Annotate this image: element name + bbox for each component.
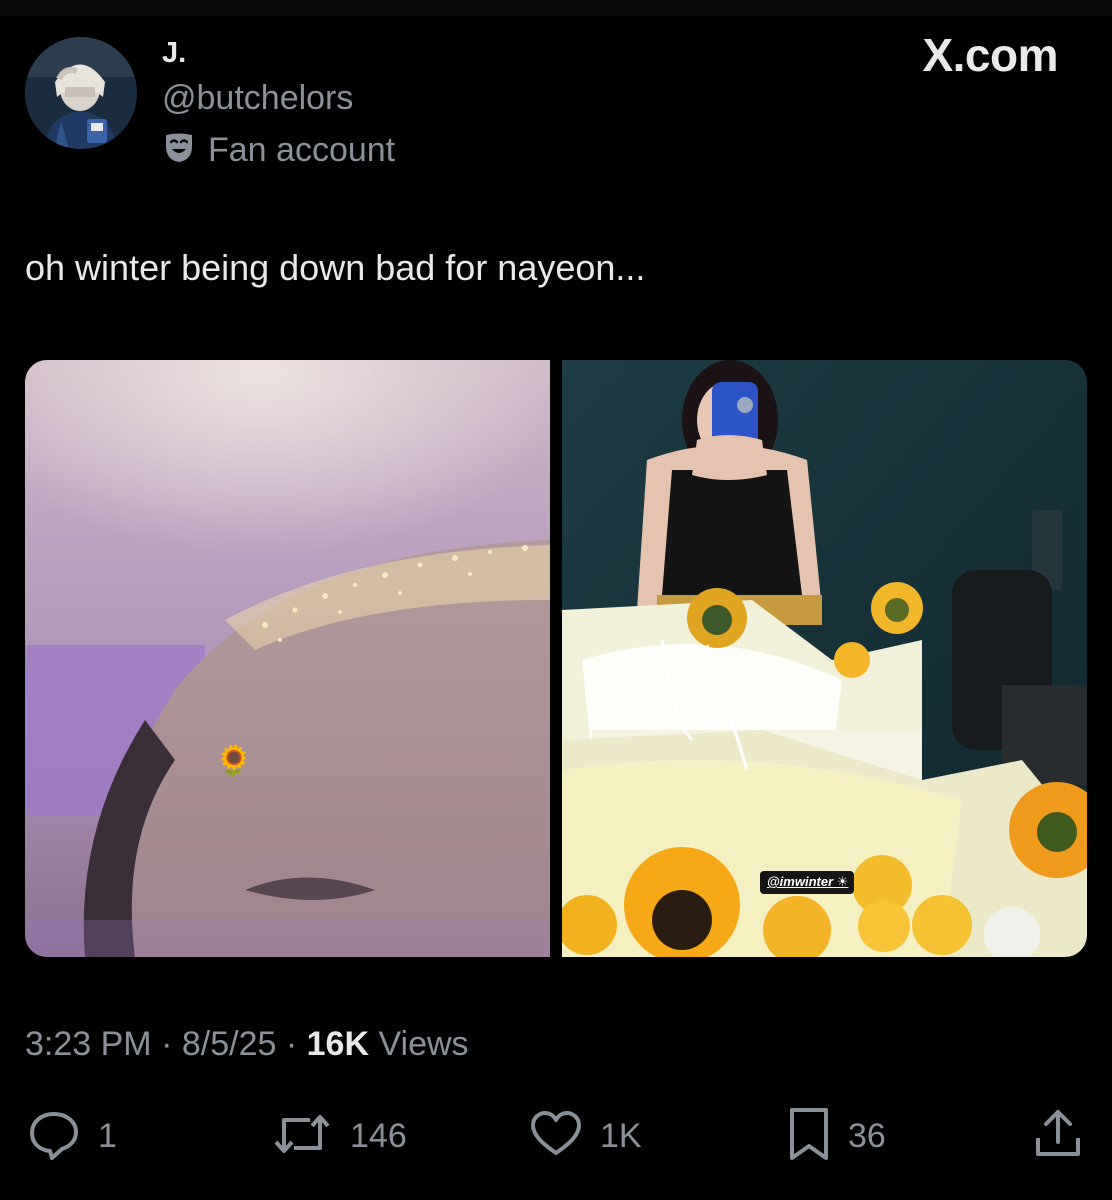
meta-separator: ·: [285, 1025, 298, 1063]
share-icon: [1030, 1106, 1086, 1167]
tweet-text: oh winter being down bad for nayeon...: [25, 247, 646, 288]
affiliation-label: Fan account: [208, 131, 396, 169]
mention-tag[interactable]: @imwinter ☀: [760, 871, 855, 894]
display-name[interactable]: J.: [162, 36, 186, 70]
reply-count: 1: [98, 1117, 117, 1155]
action-bar: 1 146 1K 36: [0, 1106, 1112, 1167]
bookmark-icon: [786, 1106, 832, 1167]
brand-logo: X.com: [922, 29, 1058, 81]
bookmark-button[interactable]: 36: [786, 1106, 886, 1167]
reply-icon: [26, 1106, 82, 1167]
retweet-button[interactable]: 146: [270, 1108, 407, 1164]
reply-button[interactable]: 1: [26, 1108, 117, 1164]
share-button[interactable]: [1030, 1108, 1086, 1164]
like-count: 1K: [600, 1117, 642, 1155]
tweet-meta: 3:23 PM · 8/5/25 · 16K Views: [25, 1024, 469, 1064]
theater-mask-icon: [164, 132, 194, 169]
views-count[interactable]: 16K: [307, 1025, 369, 1063]
sunflower-sticker: 🌻: [215, 743, 252, 778]
heart-icon: [528, 1106, 584, 1167]
retweet-icon: [270, 1106, 334, 1167]
media-grid[interactable]: 🌻 @imwinter ☀: [25, 360, 1087, 957]
tweet-time[interactable]: 3:23 PM: [25, 1025, 152, 1063]
photo-right[interactable]: @imwinter ☀: [562, 360, 1087, 957]
bookmark-count: 36: [848, 1117, 886, 1155]
like-button[interactable]: 1K: [528, 1108, 642, 1164]
retweet-count: 146: [350, 1117, 407, 1155]
meta-separator: ·: [161, 1025, 173, 1063]
status-strip: [0, 0, 1112, 16]
photo-left[interactable]: 🌻: [25, 360, 550, 957]
avatar[interactable]: [25, 37, 137, 149]
views-label: Views: [378, 1025, 469, 1063]
handle[interactable]: @butchelors: [162, 78, 353, 118]
tweet-date[interactable]: 8/5/25: [182, 1025, 277, 1063]
affiliation-badge[interactable]: Fan account: [164, 130, 395, 170]
